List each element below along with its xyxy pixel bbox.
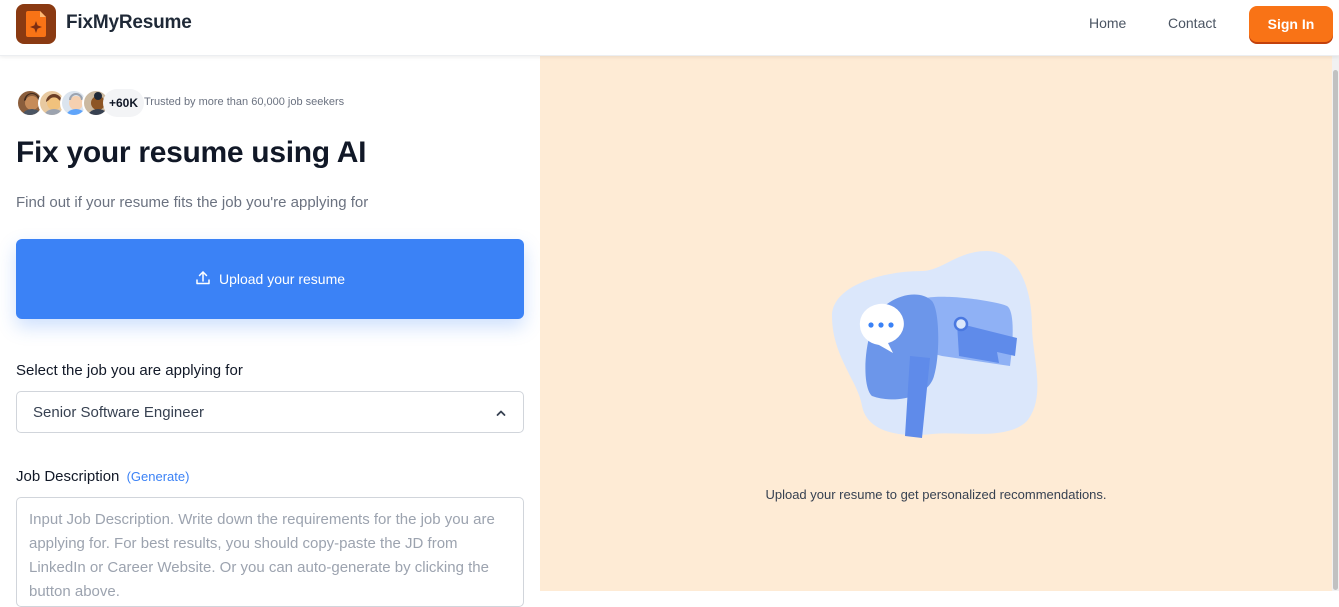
brand-name[interactable]: FixMyResume — [66, 12, 192, 34]
trust-text: Trusted by more than 60,000 job seekers — [144, 96, 345, 108]
nav-contact-link[interactable]: Contact — [1168, 15, 1216, 31]
chevron-up-icon — [495, 406, 507, 424]
user-count-badge: +60K — [103, 89, 145, 117]
job-select-value: Senior Software Engineer — [33, 404, 204, 421]
nav-home-link[interactable]: Home — [1089, 15, 1126, 31]
job-select-label: Select the job you are applying for — [16, 362, 243, 379]
resume-form-panel: +60K Trusted by more than 60,000 job see… — [0, 56, 540, 607]
scrollbar-thumb[interactable] — [1333, 70, 1338, 590]
page-scrollbar[interactable] — [1332, 56, 1339, 591]
upload-label: Upload your resume — [218, 271, 346, 287]
generate-link[interactable]: (Generate) — [127, 469, 190, 484]
mailbox-illustration — [822, 246, 1052, 446]
job-description-label-text: Job Description — [16, 468, 120, 485]
top-navbar: FixMyResume Home Contact Sign In — [0, 0, 1339, 56]
job-description-label: Job Description (Generate) — [16, 468, 189, 485]
job-select[interactable]: Senior Software Engineer — [16, 391, 524, 433]
recommendations-panel: Upload your resume to get personalized r… — [540, 56, 1332, 591]
page-subtitle: Find out if your resume fits the job you… — [16, 194, 369, 211]
upload-icon — [195, 270, 211, 289]
recommendations-empty-text: Upload your resume to get personalized r… — [765, 487, 1107, 502]
upload-resume-button[interactable]: Upload your resume — [16, 239, 524, 319]
sign-in-button[interactable]: Sign In — [1249, 6, 1333, 42]
logo-icon[interactable] — [16, 4, 56, 44]
page-title: Fix your resume using AI — [16, 136, 367, 169]
